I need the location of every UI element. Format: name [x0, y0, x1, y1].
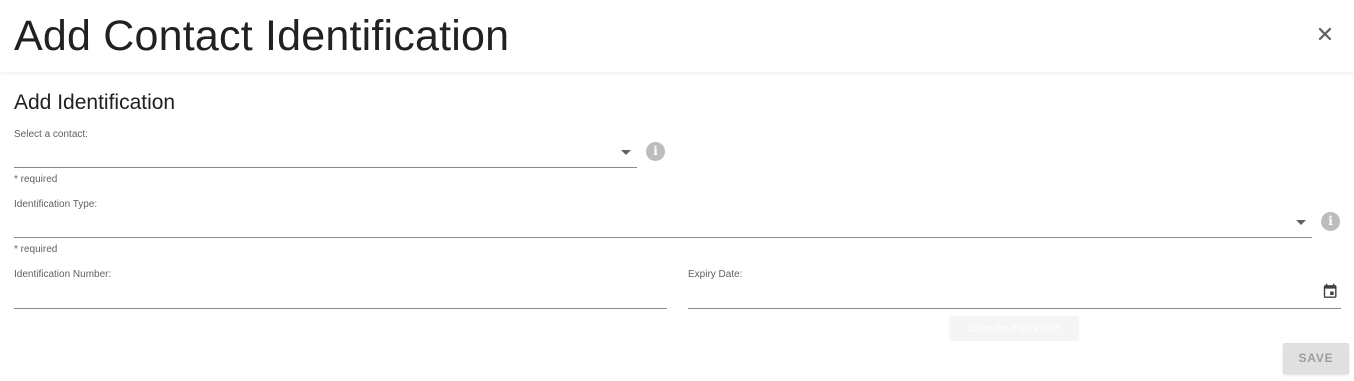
chevron-down-icon[interactable] — [1296, 220, 1306, 225]
section-title: Add Identification — [14, 91, 176, 114]
close-icon[interactable]: ✕ — [1312, 22, 1338, 48]
contact-required-hint: * required — [14, 174, 58, 185]
info-icon[interactable]: i — [646, 142, 665, 161]
expiry-date-input[interactable] — [688, 286, 1341, 308]
id-number-label: Identification Number: — [14, 269, 112, 280]
info-icon[interactable]: i — [1321, 212, 1340, 231]
id-type-select[interactable] — [14, 215, 1312, 238]
contact-label: Select a contact: — [14, 129, 88, 140]
expiry-tooltip: Enter the expiry date — [949, 316, 1079, 341]
dialog-title: Add Contact Identification — [14, 12, 510, 60]
id-type-required-hint: * required — [14, 244, 58, 255]
id-type-label: Identification Type: — [14, 199, 98, 210]
calendar-icon[interactable] — [1322, 283, 1339, 300]
contact-select[interactable] — [14, 145, 637, 168]
expiry-label: Expiry Date: — [688, 269, 743, 280]
id-type-select-input[interactable] — [14, 215, 1312, 237]
id-number-input[interactable] — [14, 286, 667, 308]
chevron-down-icon[interactable] — [621, 150, 631, 155]
expiry-date-field[interactable] — [688, 286, 1341, 309]
contact-select-input[interactable] — [14, 145, 637, 167]
id-number-field[interactable] — [14, 286, 667, 309]
dialog-header: Add Contact Identification ✕ — [0, 0, 1354, 72]
save-button[interactable]: SAVE — [1283, 343, 1349, 374]
